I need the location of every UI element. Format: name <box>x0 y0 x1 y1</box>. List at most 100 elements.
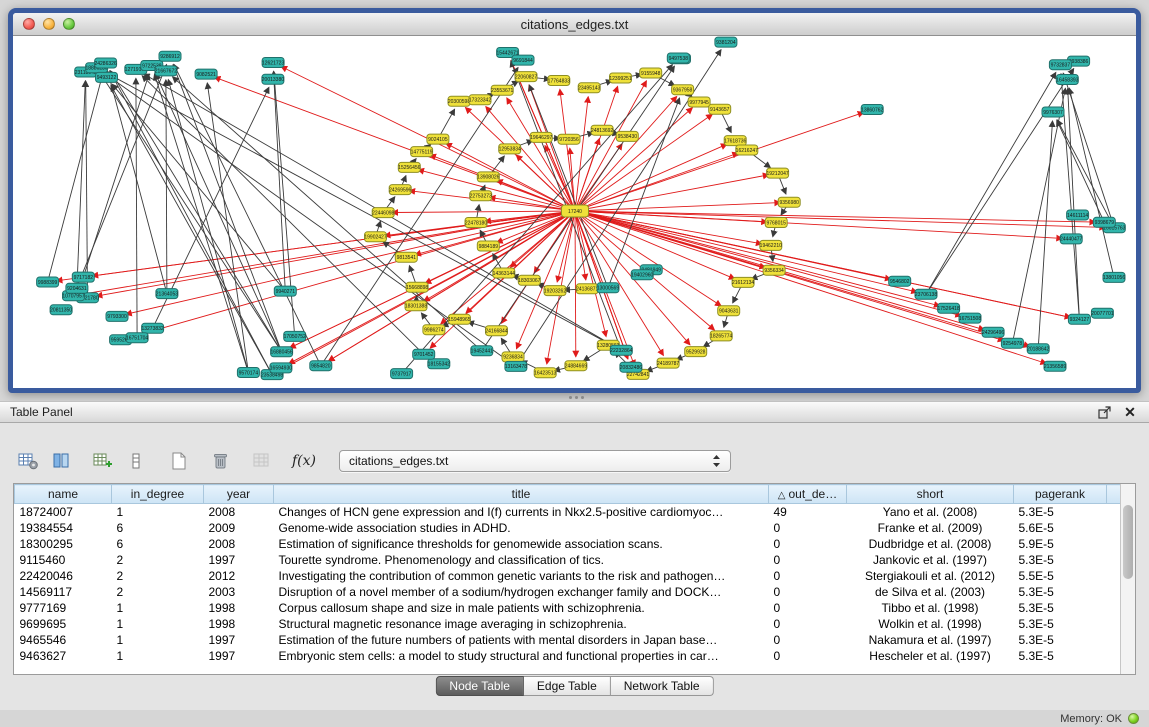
graph-edge[interactable] <box>173 65 282 352</box>
graph-edge[interactable] <box>321 68 518 366</box>
table-cell[interactable]: Tibbo et al. (1998) <box>847 600 1014 616</box>
table-cell[interactable]: 2009 <box>204 520 274 536</box>
graph-node[interactable]: 9976307 <box>1042 107 1064 117</box>
table-row[interactable]: 2242004622012Investigating the contribut… <box>15 568 1121 584</box>
table-row[interactable]: 1830029562008Estimation of significance … <box>15 536 1121 552</box>
graph-edge[interactable] <box>486 107 575 211</box>
table-cell[interactable]: 5.3E-5 <box>1014 648 1107 664</box>
table-cell[interactable]: 5.5E-5 <box>1014 568 1107 584</box>
table-cell[interactable]: 0 <box>769 632 847 648</box>
table-cell[interactable]: 9463627 <box>15 648 112 664</box>
network-canvas[interactable]: 2349514312399251915594893679589977945914… <box>13 36 1136 388</box>
table-row[interactable]: 1872400712008Changes of HCN gene express… <box>15 504 1121 521</box>
table-cell[interactable]: 19384554 <box>15 520 112 536</box>
create-column-icon[interactable] <box>89 448 117 474</box>
column-header[interactable]: in_degree <box>112 485 204 504</box>
graph-node[interactable]: 12621723 <box>262 58 284 68</box>
graph-node[interactable]: 19452441 <box>471 346 493 356</box>
delete-table-icon[interactable] <box>206 448 234 474</box>
graph-node[interactable]: 21667672 <box>155 66 177 76</box>
table-row[interactable]: 946554611997Estimation of the future num… <box>15 632 1121 648</box>
table-cell[interactable]: 5.3E-5 <box>1014 616 1107 632</box>
table-cell[interactable]: 5.3E-5 <box>1014 600 1107 616</box>
table-cell[interactable]: Stergiakouli et al. (2012) <box>847 568 1014 584</box>
graph-node[interactable]: 18265774 <box>710 331 732 341</box>
graph-node[interactable]: 24813692 <box>591 125 613 135</box>
new-table-icon[interactable] <box>164 448 192 474</box>
graph-node[interactable]: 22478180 <box>465 218 487 228</box>
table-cell[interactable]: de Silva et al. (2003) <box>847 584 1014 600</box>
column-header[interactable]: short <box>847 485 1014 504</box>
delete-column-icon[interactable] <box>122 448 150 474</box>
graph-node[interactable]: 13273832 <box>141 323 163 333</box>
table-cell[interactable]: 2008 <box>204 504 274 521</box>
graph-node[interactable]: 17618736 <box>724 136 746 146</box>
graph-node[interactable]: 16880456 <box>270 347 292 357</box>
graph-node[interactable]: 21356589 <box>1044 361 1066 371</box>
graph-node[interactable]: 14611114 <box>1067 210 1089 220</box>
table-cell[interactable]: 2003 <box>204 584 274 600</box>
network-graph[interactable]: 2349514312399251915594893679589977945914… <box>13 36 1136 388</box>
graph-edge[interactable] <box>174 64 321 365</box>
graph-node[interactable]: 14363144 <box>493 268 515 278</box>
table-cell[interactable]: 0 <box>769 616 847 632</box>
graph-node[interactable]: 15256456 <box>398 162 420 172</box>
table-cell[interactable]: 9699695 <box>15 616 112 632</box>
graph-edge[interactable] <box>77 81 85 288</box>
table-cell[interactable]: 0 <box>769 520 847 536</box>
graph-node[interactable]: 21612134 <box>732 277 754 287</box>
graph-node[interactable]: 18303067 <box>518 275 540 285</box>
graph-node[interactable]: 9286912 <box>159 51 181 61</box>
table-mode-icon[interactable] <box>14 448 42 474</box>
table-cell[interactable]: Franke et al. (2009) <box>847 520 1014 536</box>
table-cell[interactable]: 1 <box>112 504 204 521</box>
graph-edge[interactable] <box>1012 88 1065 343</box>
graph-node[interactable]: 13801056 <box>1103 272 1125 282</box>
graph-node[interactable]: 20013380 <box>262 74 284 84</box>
table-cell[interactable]: Genome-wide association studies in ADHD. <box>274 520 769 536</box>
graph-node[interactable]: 16423513 <box>534 368 556 378</box>
graph-node[interactable]: 13163478 <box>505 361 527 371</box>
graph-node[interactable]: 17240 <box>562 205 589 217</box>
graph-edge[interactable] <box>575 211 940 306</box>
graph-node[interactable]: 14775119 <box>411 147 433 157</box>
graph-node[interactable]: 19902427 <box>364 232 386 242</box>
table-cell[interactable]: Structural magnetic resonance image aver… <box>274 616 769 632</box>
table-cell[interactable]: 0 <box>769 600 847 616</box>
graph-node[interactable]: 20832486 <box>620 362 642 372</box>
table-cell[interactable]: 18300295 <box>15 536 112 552</box>
graph-node[interactable]: 13000569 <box>597 283 619 293</box>
graph-node[interactable]: 20077701 <box>1091 308 1113 318</box>
graph-node[interactable]: 9356980 <box>778 197 800 207</box>
close-panel-icon[interactable]: ✕ <box>1121 404 1139 420</box>
graph-edge[interactable] <box>48 72 104 282</box>
column-header[interactable]: title <box>274 485 769 504</box>
table-cell[interactable]: 18724007 <box>15 504 112 521</box>
graph-edge[interactable] <box>274 72 295 337</box>
window-titlebar[interactable]: citations_edges.txt <box>13 13 1136 36</box>
graph-node[interactable]: 9884189 <box>477 241 499 251</box>
graph-node[interactable]: 9732837 <box>1049 60 1071 70</box>
table-cell[interactable]: Embryonic stem cells: a model to study s… <box>274 648 769 664</box>
graph-node[interactable]: 24166844 <box>485 326 507 336</box>
graph-edge[interactable] <box>108 72 167 294</box>
table-cell[interactable]: Disruption of a novel member of a sodium… <box>274 584 769 600</box>
graph-node[interactable]: 24136871 <box>576 284 598 294</box>
graph-node[interactable]: 9204631 <box>66 283 88 293</box>
column-header[interactable]: △out_de… <box>769 485 847 504</box>
table-row[interactable]: 946362711997Embryonic stem cells: a mode… <box>15 648 1121 664</box>
graph-node[interactable]: 24286326 <box>94 58 116 68</box>
table-cell[interactable]: 14569117 <box>15 584 112 600</box>
graph-node[interactable]: 15948965 <box>448 314 470 324</box>
graph-node[interactable]: 17764833 <box>548 76 570 86</box>
graph-node[interactable]: 9701452 <box>413 349 435 359</box>
graph-edge[interactable] <box>575 81 646 211</box>
panel-splitter[interactable] <box>0 393 1149 401</box>
table-cell[interactable]: 0 <box>769 648 847 664</box>
table-cell[interactable]: Investigating the contribution of common… <box>274 568 769 584</box>
graph-edge[interactable] <box>1038 121 1052 349</box>
graph-edge[interactable] <box>111 85 272 374</box>
table-cell[interactable]: 5.6E-5 <box>1014 520 1107 536</box>
table-cell[interactable]: 5.3E-5 <box>1014 552 1107 568</box>
table-cell[interactable]: 6 <box>112 520 204 536</box>
